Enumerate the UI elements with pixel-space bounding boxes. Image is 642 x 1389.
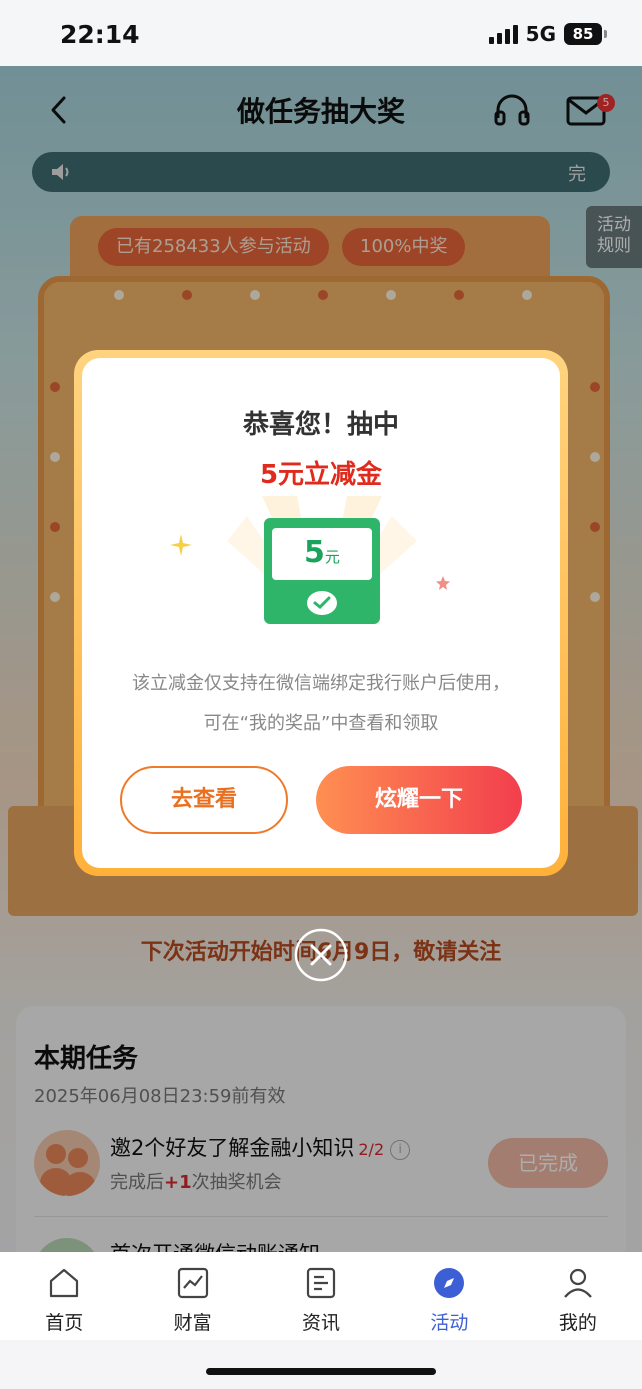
sparkle-icon [170, 534, 192, 556]
share-button[interactable]: 炫耀一下 [316, 766, 522, 834]
chart-icon [177, 1267, 208, 1299]
prize-modal-content: 恭喜您！抽中 5元立减金 5元 该立减金仅支持在微信端绑定我行账户后使用， 可在… [82, 358, 560, 868]
bottom-tab-bar: 首页 财富 资讯 活动 我的 [0, 1252, 642, 1340]
tab-home[interactable]: 首页 [0, 1252, 128, 1340]
prize-note-line1: 该立减金仅支持在微信端绑定我行账户后使用， [132, 673, 510, 694]
home-indicator-area [0, 1340, 642, 1389]
tab-label: 首页 [45, 1312, 84, 1334]
tab-label: 财富 [173, 1312, 212, 1334]
wechat-pay-icon [307, 591, 337, 615]
tab-label: 活动 [430, 1312, 469, 1334]
user-icon [563, 1268, 592, 1298]
prize-note-line2: 可在“我的奖品”中查看和领取 [203, 713, 439, 734]
status-bar: 22:14 5G 85 [0, 0, 642, 66]
status-time: 22:14 [60, 20, 140, 49]
coupon-unit: 元 [324, 548, 340, 566]
coupon-illustration: 5元 [264, 518, 380, 628]
tab-wealth[interactable]: 财富 [128, 1252, 256, 1340]
coupon-amount: 5 [304, 535, 325, 570]
modal-title: 恭喜您！抽中 [242, 410, 399, 440]
tab-news[interactable]: 资讯 [257, 1252, 385, 1340]
tab-me[interactable]: 我的 [514, 1252, 642, 1340]
status-indicators: 5G 85 [488, 22, 607, 46]
tab-activity[interactable]: 活动 [385, 1252, 513, 1340]
battery-icon: 85 [564, 23, 607, 45]
news-icon [306, 1267, 336, 1299]
home-icon [50, 1268, 79, 1298]
tab-label: 我的 [558, 1312, 597, 1334]
prize-modal: 恭喜您！抽中 5元立减金 5元 该立减金仅支持在微信端绑定我行账户后使用， 可在… [74, 350, 568, 876]
home-indicator[interactable] [206, 1368, 436, 1375]
signal-icon [488, 24, 518, 44]
network-type: 5G [525, 22, 556, 46]
star-icon [436, 576, 450, 590]
tab-label: 资讯 [302, 1312, 341, 1334]
close-icon[interactable] [294, 928, 348, 982]
view-prize-button[interactable]: 去查看 [120, 766, 288, 834]
compass-icon [434, 1268, 465, 1298]
